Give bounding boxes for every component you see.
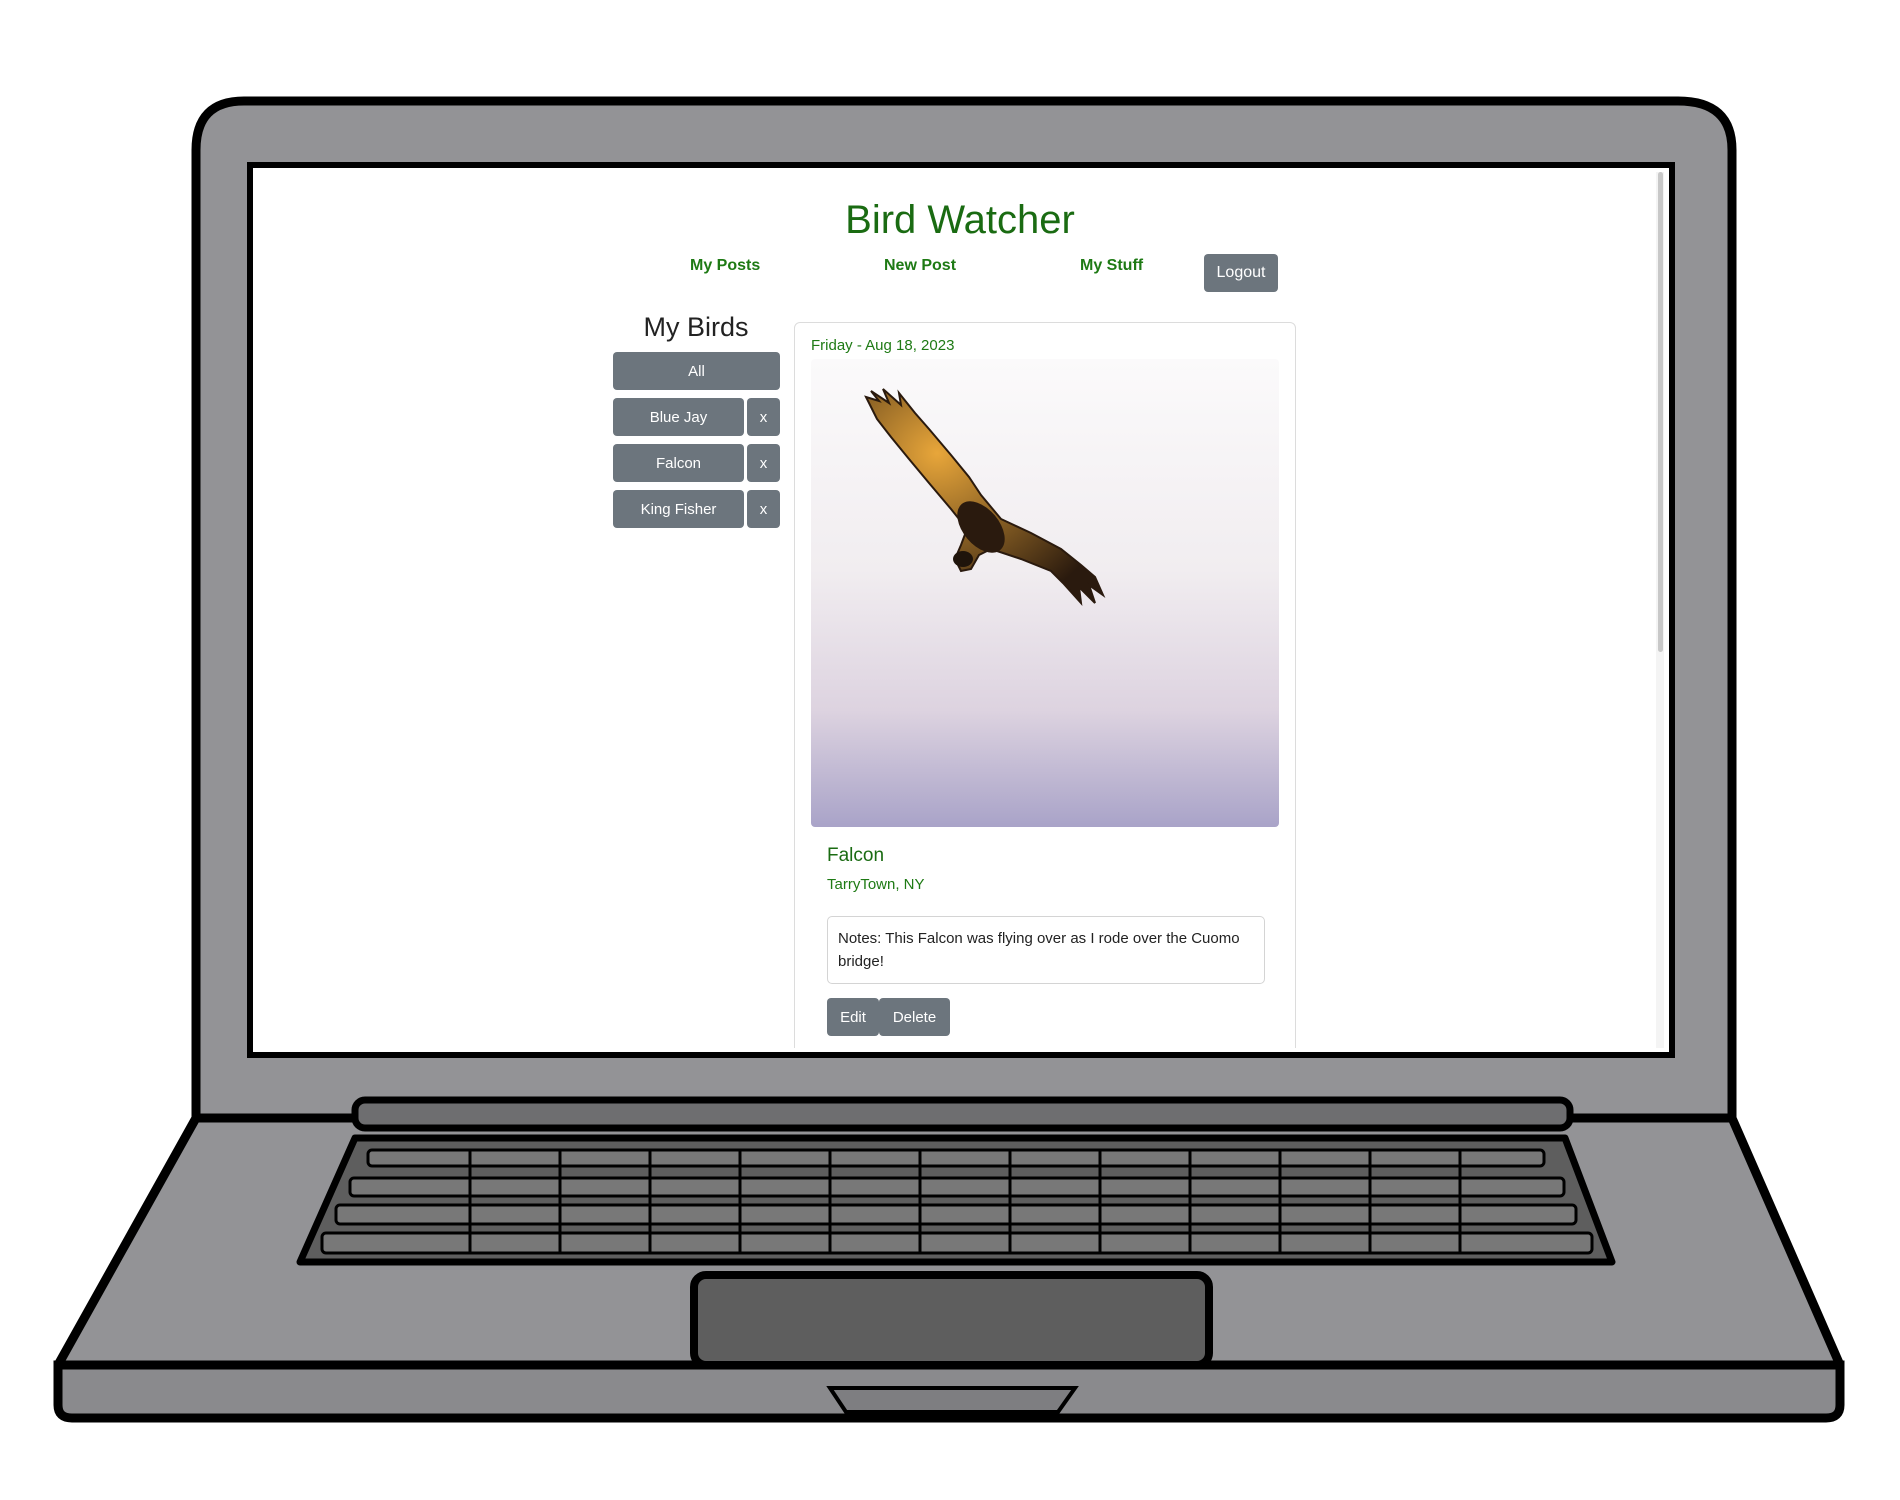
bird-filter-falcon[interactable]: Falcon [613, 444, 744, 482]
delete-post-button[interactable]: Delete [879, 998, 950, 1036]
post-date: Friday - Aug 18, 2023 [811, 337, 955, 354]
post-bird-name: Falcon [827, 845, 885, 866]
page-scrollbar[interactable] [1656, 172, 1664, 1048]
soaring-falcon-photo-icon [811, 359, 1279, 827]
post-notes: Notes: This Falcon was flying over as I … [827, 916, 1265, 984]
nav-new-post[interactable]: New Post [884, 257, 956, 275]
post-card: Friday - Aug 18, 2023 Falcon TarryTown, … [794, 322, 1296, 1048]
remove-king-fisher-button[interactable]: x [747, 490, 780, 528]
filter-all-button[interactable]: All [613, 352, 780, 390]
logout-button[interactable]: Logout [1204, 254, 1278, 292]
post-image [811, 359, 1279, 827]
sidebar-title: My Birds [643, 312, 749, 342]
remove-falcon-button[interactable]: x [747, 444, 780, 482]
app-title: Bird Watcher [845, 198, 1075, 242]
nav-my-stuff[interactable]: My Stuff [1080, 257, 1143, 275]
edit-post-button[interactable]: Edit [827, 998, 879, 1036]
browser-viewport: Bird Watcher My Posts New Post My Stuff … [256, 172, 1664, 1048]
scrollbar-thumb[interactable] [1658, 172, 1663, 652]
post-location: TarryTown, NY [827, 876, 925, 893]
remove-blue-jay-button[interactable]: x [747, 398, 780, 436]
bird-filter-king-fisher[interactable]: King Fisher [613, 490, 744, 528]
nav-my-posts[interactable]: My Posts [690, 257, 760, 275]
bird-filter-blue-jay[interactable]: Blue Jay [613, 398, 744, 436]
